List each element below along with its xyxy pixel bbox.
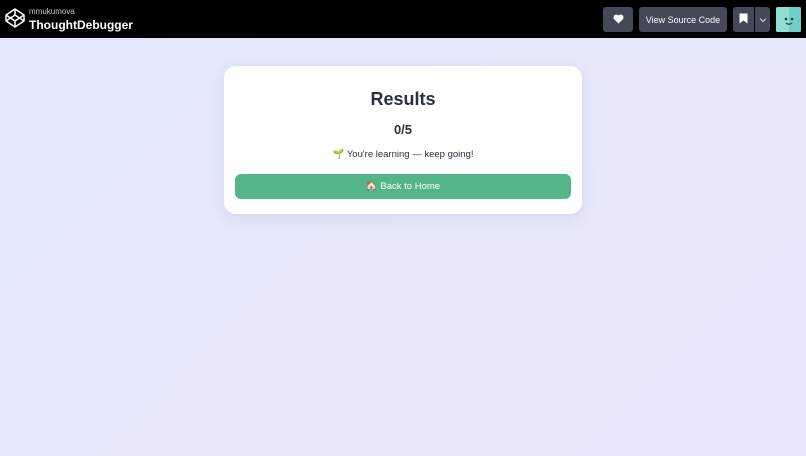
user-avatar[interactable] [776,7,801,32]
back-to-home-label: 🏠 Back to Home [365,181,441,192]
bookmark-menu-button[interactable] [755,7,770,32]
owner-name[interactable]: mmukumova [29,8,133,16]
view-source-label: View Source Code [645,14,721,25]
encouragement-message: 🌱 You're learning — keep going! [332,149,474,160]
heart-button[interactable] [603,7,633,32]
back-to-home-button[interactable]: 🏠 Back to Home [235,174,571,199]
pen-header: mmukumova ThoughtDebugger [29,8,133,32]
bookmark-icon [739,13,748,26]
bookmark-button[interactable] [733,7,754,32]
score-value: 0/5 [393,122,413,137]
view-source-button[interactable]: View Source Code [639,7,727,32]
pen-title: ThoughtDebugger [29,18,133,32]
results-title: Results [370,89,436,109]
heart-icon [612,14,624,26]
chevron-down-icon [759,15,767,25]
codepen-logo-icon[interactable] [4,7,26,29]
top-bar: mmukumova ThoughtDebugger View Source Co… [0,0,806,38]
